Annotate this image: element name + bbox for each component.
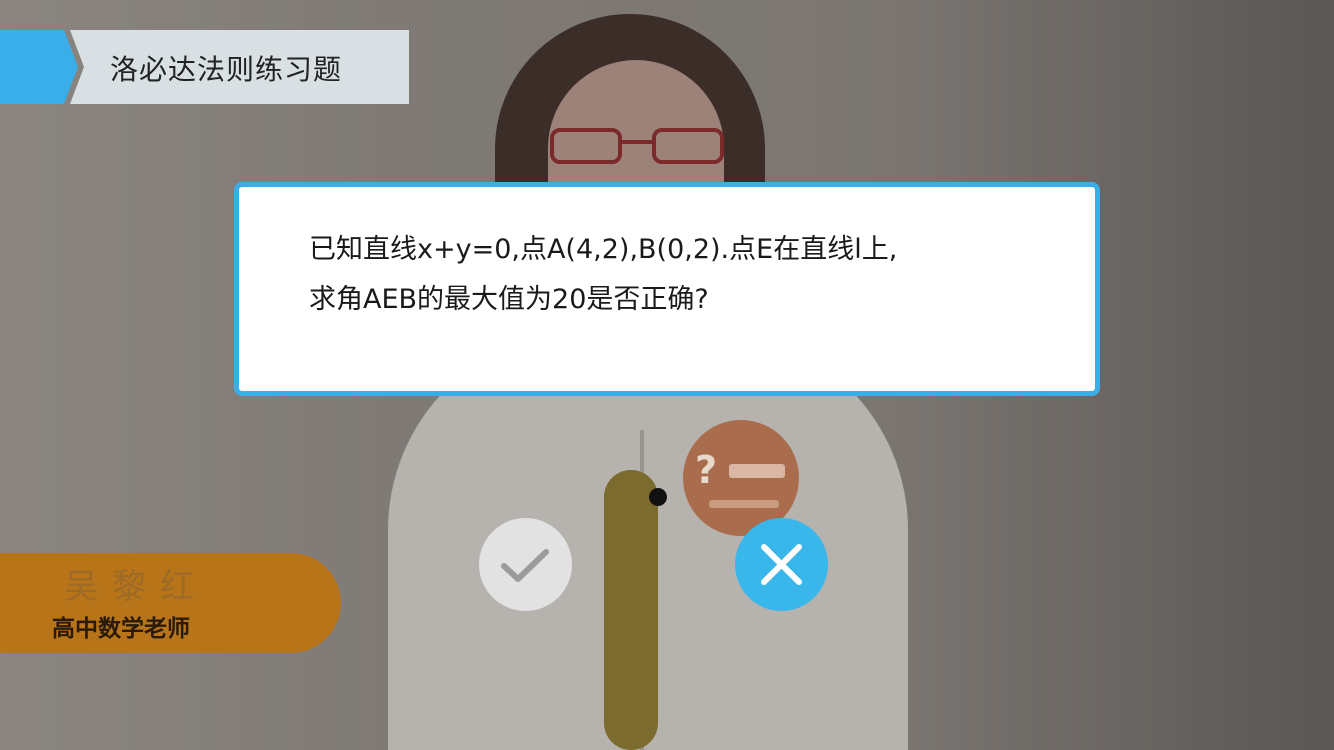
- lesson-title-tag: 洛必达法则练习题: [0, 30, 409, 104]
- presenter-scarf: [604, 470, 658, 750]
- question-card: 已知直线x+y=0,点A(4,2),B(0,2).点E在直线l上, 求角AEB的…: [234, 182, 1100, 396]
- teacher-lower-third: 吴黎红 高中数学老师: [0, 553, 341, 653]
- lesson-title: 洛必达法则练习题: [110, 53, 343, 86]
- presenter-glasses: [548, 128, 728, 170]
- question-line: 已知直线x+y=0,点A(4,2),B(0,2).点E在直线l上,: [309, 234, 898, 265]
- video-stage: ? 洛必达法则练习题 已知直线x+y=0,点A(4,2),B(0,2).点E在直…: [0, 0, 1334, 750]
- question-line: 求角AEB的最大值为20是否正确?: [309, 284, 709, 315]
- answer-true-button[interactable]: [479, 518, 572, 611]
- teacher-role: 高中数学老师: [52, 616, 190, 642]
- checkmark-icon: [501, 549, 549, 582]
- title-accent-arrow: [0, 30, 78, 104]
- close-icon: [761, 544, 802, 585]
- teacher-name: 吴黎红: [64, 567, 208, 607]
- lapel-mic: [649, 488, 667, 506]
- answer-false-button[interactable]: [735, 518, 828, 611]
- question-text: 已知直线x+y=0,点A(4,2),B(0,2).点E在直线l上, 求角AEB的…: [309, 225, 1069, 325]
